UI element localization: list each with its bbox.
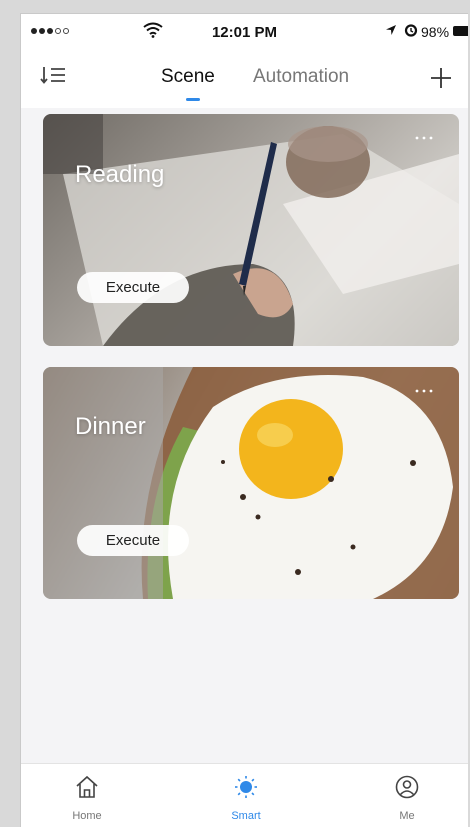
more-options-icon[interactable]: [415, 389, 433, 393]
plus-icon[interactable]: [429, 66, 453, 90]
home-icon: [76, 775, 98, 798]
nav-item-home[interactable]: Home: [47, 770, 127, 826]
alarm-clock-icon: [404, 24, 418, 37]
location-arrow-icon: [386, 25, 396, 35]
nav-item-smart[interactable]: Smart: [206, 770, 286, 826]
nav-item-me[interactable]: Me: [367, 770, 447, 826]
scene-title: Dinner: [75, 413, 146, 440]
sun-icon: [235, 776, 257, 798]
reading-photo: [43, 114, 459, 346]
sort-list-icon[interactable]: [39, 64, 67, 86]
status-time: 12:01 PM: [211, 24, 278, 41]
active-tab-indicator: [186, 98, 200, 101]
more-options-icon[interactable]: [415, 136, 433, 140]
header-bar: Scene Automation: [21, 50, 468, 108]
scene-card-reading[interactable]: Reading Execute: [43, 114, 459, 346]
bottom-navigation: Home Smart Me: [21, 763, 468, 827]
nav-label: Smart: [231, 810, 261, 822]
scene-card-dinner[interactable]: Dinner Execute: [43, 367, 459, 599]
nav-label: Me: [399, 810, 415, 822]
scene-title: Reading: [75, 161, 165, 188]
battery-percentage: 98%: [421, 24, 450, 40]
nav-label: Home: [72, 810, 102, 822]
execute-button[interactable]: Execute: [77, 525, 189, 556]
execute-button[interactable]: Execute: [77, 272, 189, 303]
tab-automation[interactable]: Automation: [253, 66, 349, 88]
person-icon: [395, 775, 419, 799]
status-bar: 12:01 PM 98%: [21, 14, 468, 50]
battery-icon: [453, 26, 468, 36]
app-screen: 12:01 PM 98% Scene Automation Reading Ex…: [20, 13, 468, 827]
tab-scene[interactable]: Scene: [161, 66, 215, 88]
dinner-photo: [43, 367, 459, 599]
